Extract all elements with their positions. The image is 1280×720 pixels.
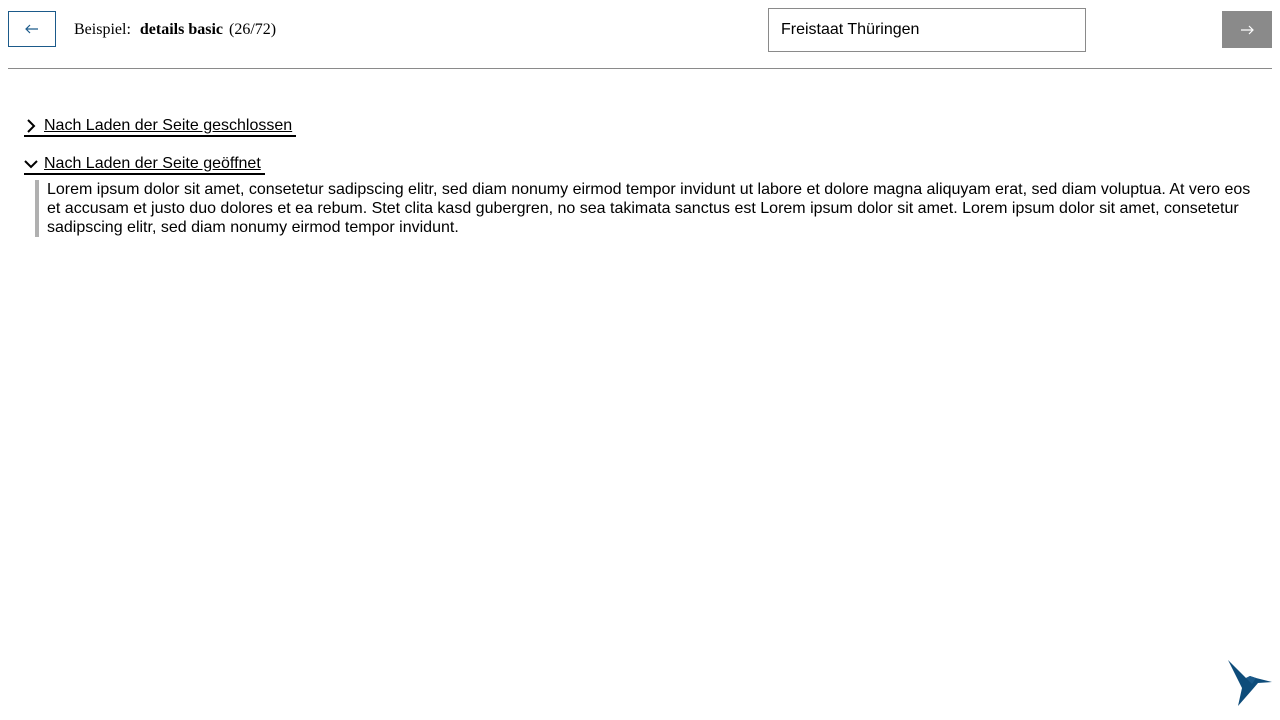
arrow-left-icon <box>25 24 38 34</box>
example-name: details basic <box>139 21 224 38</box>
summary-label: Nach Laden der Seite geöffnet <box>44 155 261 172</box>
top-toolbar: Beispiel: details basic (26/72) <box>0 0 1280 68</box>
details-summary-open[interactable]: Nach Laden der Seite geöffnet <box>24 154 265 175</box>
header-divider <box>8 68 1272 69</box>
next-button[interactable] <box>1222 11 1272 48</box>
chevron-down-icon <box>24 159 38 168</box>
summary-label: Nach Laden der Seite geschlossen <box>44 117 293 134</box>
back-button[interactable] <box>8 11 56 47</box>
example-breadcrumb: Beispiel: details basic (26/72) <box>74 20 276 40</box>
details-summary-closed[interactable]: Nach Laden der Seite geschlossen <box>24 116 297 137</box>
example-count: (26/72) <box>229 21 277 38</box>
crumb-label: Beispiel: <box>74 21 131 38</box>
hummingbird-logo-icon <box>1228 660 1272 706</box>
chevron-right-icon <box>27 118 36 133</box>
arrow-right-icon <box>1241 25 1254 34</box>
details-content: Lorem ipsum dolor sit amet, consetetur s… <box>35 179 1256 237</box>
search-input[interactable] <box>768 8 1086 52</box>
details-closed: Nach Laden der Seite geschlossen <box>24 116 297 138</box>
details-open: Nach Laden der Seite geöffnet Lorem ipsu… <box>24 154 1256 237</box>
